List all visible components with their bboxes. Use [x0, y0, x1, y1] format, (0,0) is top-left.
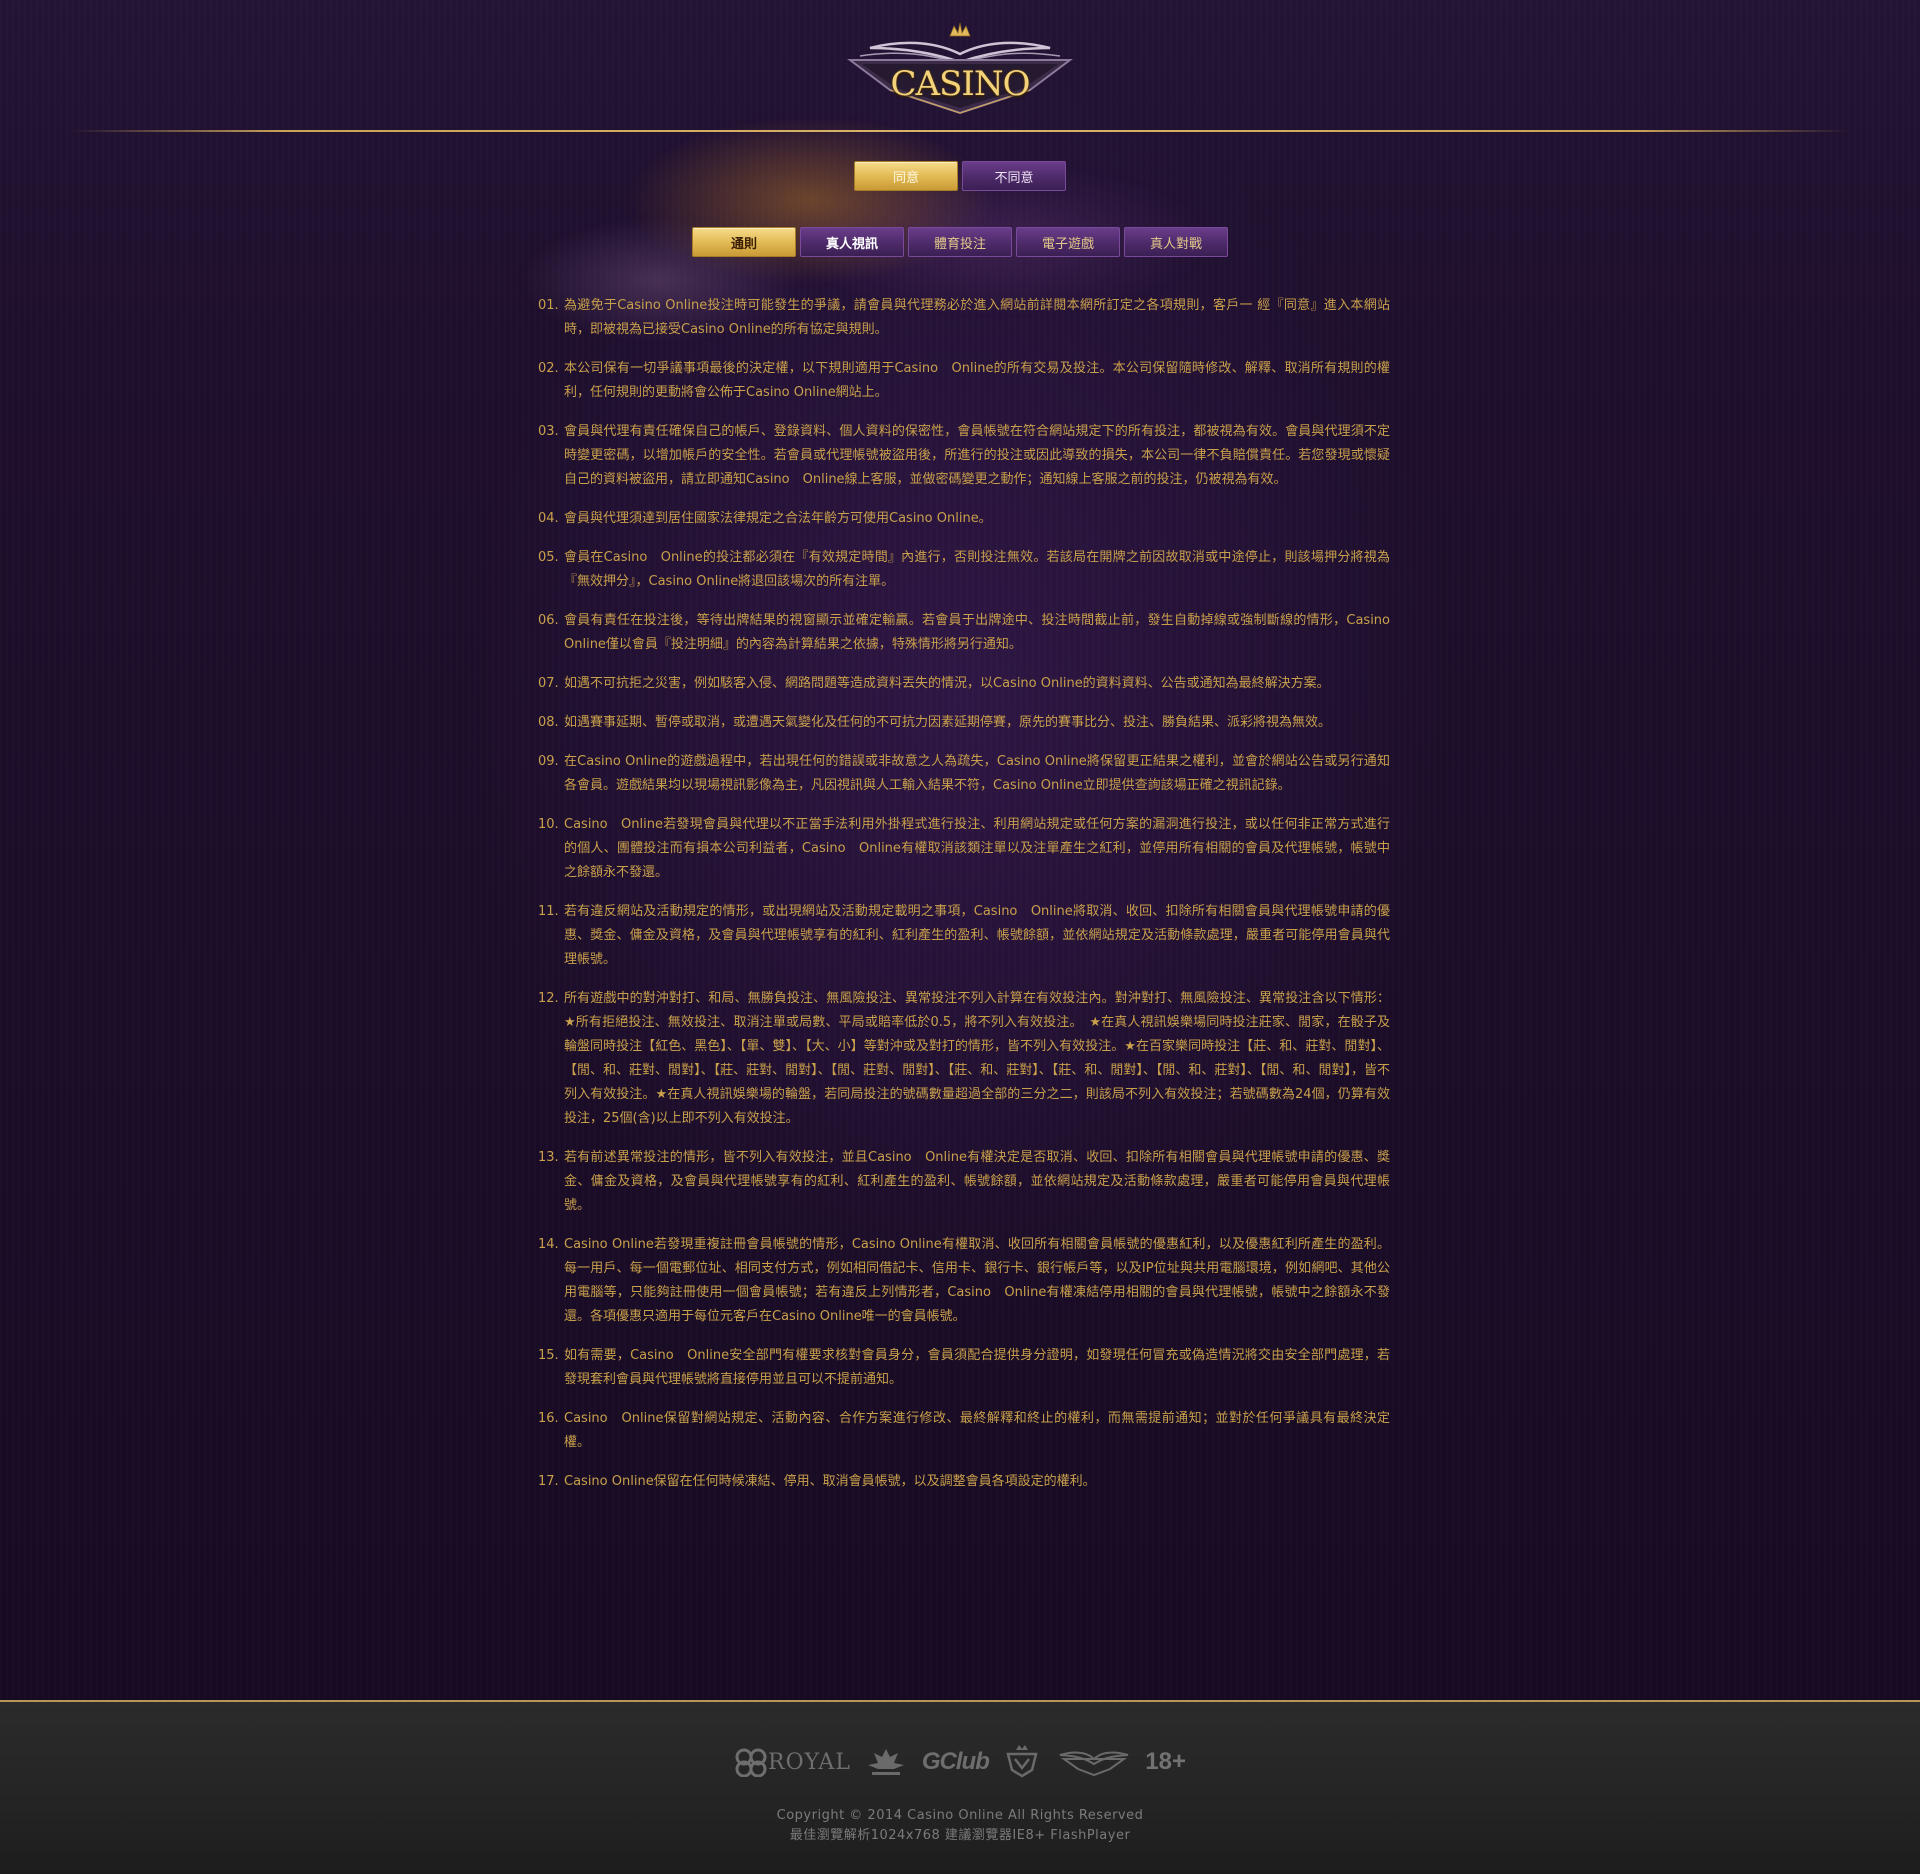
rule-text: 若有違反網站及活動規定的情形，或出現網站及活動規定載明之事項，Casino On… [564, 904, 1390, 967]
rule-item: 01. 為避免于Casino Online投注時可能發生的爭議，請會員與代理務必於… [538, 294, 1390, 342]
royal-logo-text: ROYAL [768, 1749, 851, 1775]
casino-mini-logo-icon [1059, 1751, 1129, 1777]
rule-item: 11. 若有違反網站及活動規定的情形，或出現網站及活動規定載明之事項，Casino… [538, 900, 1390, 972]
rule-text: 本公司保有一切爭議事項最後的決定權，以下規則適用于Casino Online的所… [564, 361, 1390, 400]
rule-number: 01. [538, 298, 559, 313]
footer: ROYAL GClub 18+ Copyright © 2014 Casino … [0, 1700, 1920, 1874]
rule-item: 06. 會員有責任在投注後，等待出牌結果的視窗顯示並確定輸贏。若會員于出牌途中、投… [538, 609, 1390, 657]
rule-number: 14. [538, 1237, 559, 1252]
header-divider [70, 130, 1850, 132]
dvc-crest-icon [1006, 1745, 1038, 1778]
rule-item: 07. 如遇不可抗拒之災害，例如駭客入侵、網路問題等造成資料丟失的情況，以Casi… [538, 672, 1390, 696]
rule-text: 為避免于Casino Online投注時可能發生的爭議，請會員與代理務必於進入網… [564, 298, 1390, 337]
rule-item: 04. 會員與代理須達到居住國家法律規定之合法年齡方可使用Casino Onlin… [538, 507, 1390, 531]
age-restriction-badge: 18+ [1145, 1748, 1186, 1776]
rule-number: 12. [538, 991, 559, 1006]
copyright-text: Copyright © 2014 Casino Online All Right… [776, 1808, 1144, 1823]
rule-text: Casino Online若發現會員與代理以不正當手法利用外掛程式進行投注、利用… [564, 817, 1390, 880]
partner-logos: ROYAL GClub 18+ [734, 1744, 1186, 1780]
rule-item: 08. 如遇賽事延期、暫停或取消，或遭遇天氣變化及任何的不可抗力因素延期停賽，原先… [538, 711, 1390, 735]
rule-item: 12. 所有遊戲中的對沖對打、和局、無勝負投注、無風險投注、異常投注不列入計算在有… [538, 987, 1390, 1131]
partner-gclub[interactable]: GClub [921, 1748, 990, 1776]
rule-text: 如遇不可抗拒之災害，例如駭客入侵、網路問題等造成資料丟失的情況，以Casino … [564, 676, 1330, 691]
rule-number: 13. [538, 1150, 559, 1165]
rule-text: 會員在Casino Online的投注都必須在『有效規定時間』內進行，否則投注無… [564, 550, 1390, 589]
copyright-block: Copyright © 2014 Casino Online All Right… [0, 1806, 1920, 1846]
rule-number: 03. [538, 424, 559, 439]
casino-logo[interactable]: CASINO [830, 18, 1090, 118]
rule-text: Casino Online保留在任何時候凍結、停用、取消會員帳號，以及調整會員各… [564, 1474, 1096, 1489]
rule-number: 02. [538, 361, 559, 376]
rule-item: 10. Casino Online若發現會員與代理以不正當手法利用外掛程式進行投注… [538, 813, 1390, 885]
rule-item: 09. 在Casino Online的遊戲過程中，若出現任何的錯誤或非故意之人為疏… [538, 750, 1390, 798]
rule-number: 09. [538, 754, 559, 769]
rule-text: 所有遊戲中的對沖對打、和局、無勝負投注、無風險投注、異常投注不列入計算在有效投注… [564, 991, 1390, 1126]
disagree-button[interactable]: 不同意 [962, 161, 1066, 191]
royal-online-crest-icon [868, 1749, 905, 1775]
rule-text: 在Casino Online的遊戲過程中，若出現任何的錯誤或非故意之人為疏失，C… [564, 754, 1390, 793]
tab-live-battle[interactable]: 真人對戰 [1124, 227, 1228, 257]
rule-item: 13. 若有前述異常投注的情形，皆不列入有效投注，並且Casino Online有… [538, 1146, 1390, 1218]
rule-text: 會員與代理須達到居住國家法律規定之合法年齡方可使用Casino Online。 [564, 511, 992, 526]
rule-item: 16. Casino Online保留對網站規定、活動內容、合作方案進行修改、最終… [538, 1407, 1390, 1455]
browser-note: 最佳瀏覽解析1024x768 建議瀏覽器IE8+ FlashPlayer [789, 1828, 1131, 1843]
rule-text: 會員有責任在投注後，等待出牌結果的視窗顯示並確定輸贏。若會員于出牌途中、投注時間… [564, 613, 1390, 652]
rule-number: 06. [538, 613, 559, 628]
partner-dvc-casino[interactable] [1002, 1744, 1042, 1780]
rule-item: 15. 如有需要，Casino Online安全部門有權要求核對會員身分，會員須配… [538, 1344, 1390, 1392]
partner-casino[interactable] [1056, 1747, 1132, 1777]
rule-number: 07. [538, 676, 559, 691]
agree-button[interactable]: 同意 [854, 161, 958, 191]
rule-text: 如遇賽事延期、暫停或取消，或遭遇天氣變化及任何的不可抗力因素延期停賽，原先的賽事… [564, 715, 1332, 730]
logo-text: CASINO [890, 64, 1031, 104]
age-badge-text: 18+ [1145, 1748, 1186, 1775]
rule-item: 05. 會員在Casino Online的投注都必須在『有效規定時間』內進行，否則… [538, 546, 1390, 594]
rule-number: 05. [538, 550, 559, 565]
page-background: CASINO 同意 不同意 通則 真人視訊 體育投注 電子遊戲 真人對戰 01.… [0, 0, 1920, 1700]
tab-sports-betting[interactable]: 體育投注 [908, 227, 1012, 257]
rule-item: 02. 本公司保有一切爭議事項最後的決定權，以下規則適用于Casino Onlin… [538, 357, 1390, 405]
royal-emblem-icon [735, 1748, 767, 1777]
rule-number: 15. [538, 1348, 559, 1363]
tab-electronic-games[interactable]: 電子遊戲 [1016, 227, 1120, 257]
rule-number: 04. [538, 511, 559, 526]
rule-text: 如有需要，Casino Online安全部門有權要求核對會員身分，會員須配合提供… [564, 1348, 1390, 1387]
rules-list: 01. 為避免于Casino Online投注時可能發生的爭議，請會員與代理務必於… [538, 294, 1390, 1509]
rule-text: Casino Online保留對網站規定、活動內容、合作方案進行修改、最終解釋和… [564, 1411, 1390, 1450]
rule-number: 08. [538, 715, 559, 730]
consent-actions: 同意 不同意 [854, 161, 1066, 191]
rule-text: 會員與代理有責任確保自己的帳戶、登錄資料、個人資料的保密性，會員帳號在符合網站規… [564, 424, 1390, 487]
rule-item: 14. Casino Online若發現重複註冊會員帳號的情形，Casino On… [538, 1233, 1390, 1329]
rule-text: 若有前述異常投注的情形，皆不列入有效投注，並且Casino Online有權決定… [564, 1150, 1390, 1213]
partner-royal-entertainment[interactable]: ROYAL [734, 1747, 851, 1777]
partner-royal-online[interactable] [864, 1745, 908, 1779]
gclub-logo-text: GClub [921, 1748, 990, 1775]
rule-text: Casino Online若發現重複註冊會員帳號的情形，Casino Onlin… [564, 1237, 1390, 1324]
rule-number: 10. [538, 817, 559, 832]
tab-live-video[interactable]: 真人視訊 [800, 227, 904, 257]
rules-tabs: 通則 真人視訊 體育投注 電子遊戲 真人對戰 [692, 227, 1228, 257]
rule-item: 03. 會員與代理有責任確保自己的帳戶、登錄資料、個人資料的保密性，會員帳號在符合… [538, 420, 1390, 492]
rule-number: 17. [538, 1474, 559, 1489]
rule-number: 11. [538, 904, 559, 919]
rule-number: 16. [538, 1411, 559, 1426]
rule-item: 17. Casino Online保留在任何時候凍結、停用、取消會員帳號，以及調整… [538, 1470, 1390, 1494]
tab-general[interactable]: 通則 [692, 227, 796, 257]
